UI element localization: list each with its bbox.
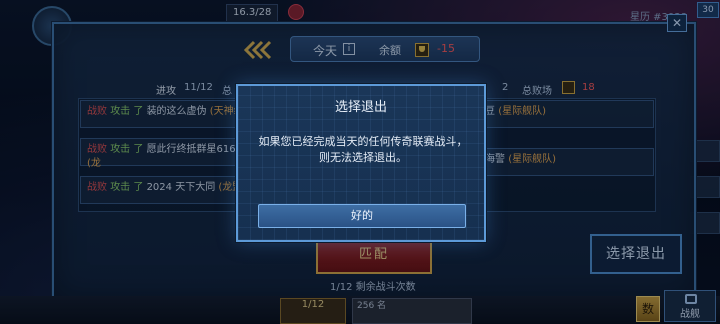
select-exit-dialog: 选择退出 如果您已经完成当天的任何传奇联赛战斗，则无法选择退出。 好的 [236,84,486,242]
dialog-title: 选择退出 [334,100,387,115]
ok-button[interactable]: 好的 [258,204,466,228]
dialog-message: 如果您已经完成当天的任何传奇联赛战斗，则无法选择退出。 [258,135,468,164]
